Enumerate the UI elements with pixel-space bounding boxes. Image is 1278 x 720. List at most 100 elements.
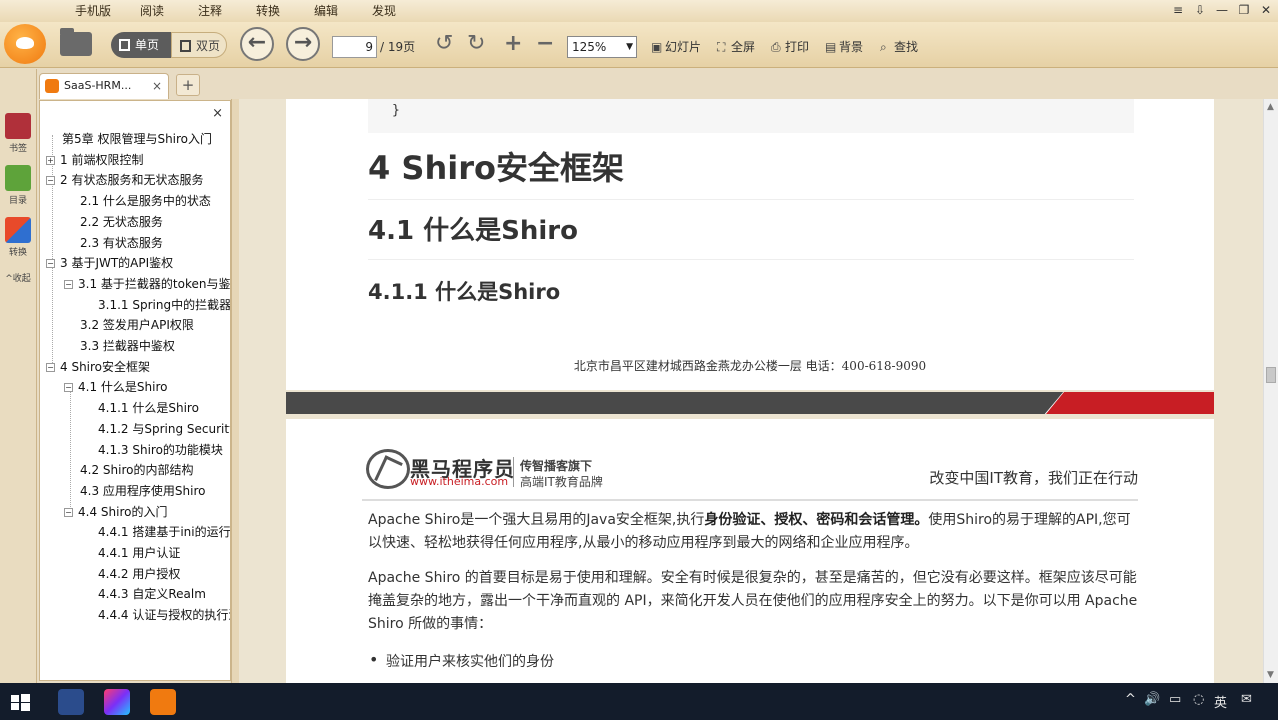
- toc-item[interactable]: 第5章 权限管理与Shiro入门: [62, 130, 212, 148]
- brand-logo-icon: [366, 449, 410, 489]
- previous-page-button[interactable]: ←: [240, 27, 274, 61]
- scroll-down-icon[interactable]: ▼: [1267, 670, 1274, 680]
- rotate-right-icon[interactable]: ↻: [467, 30, 485, 58]
- toc-item-label: 3.1 基于拦截器的token与鉴: [78, 276, 231, 291]
- print-button[interactable]: ⎙ 打印: [771, 36, 809, 58]
- background-button[interactable]: ▤ 背景: [825, 36, 863, 58]
- toc-item-label: 4.1.3 Shiro的功能模块: [98, 442, 223, 457]
- toc-item[interactable]: −3 基于JWT的API鉴权: [46, 254, 173, 272]
- menu-tab-read[interactable]: 阅读: [126, 2, 178, 22]
- double-page-icon: [180, 40, 191, 52]
- minimize-button[interactable]: —: [1212, 1, 1232, 19]
- toc-item[interactable]: 4.1.1 什么是Shiro: [98, 399, 199, 417]
- find-button[interactable]: ⌕ 查找: [880, 36, 918, 58]
- menu-tab-mobile[interactable]: 手机版: [60, 2, 126, 22]
- toc-item[interactable]: 4.4.1 用户认证: [98, 544, 180, 562]
- volume-icon[interactable]: 🔊: [1144, 692, 1160, 707]
- sidebar-item-bookmarks[interactable]: 书签: [4, 113, 32, 154]
- heading-rule: [368, 199, 1134, 200]
- toc-item[interactable]: 3.3 拦截器中鉴权: [80, 337, 175, 355]
- background-icon: ▤: [825, 40, 837, 54]
- collapse-icon[interactable]: −: [64, 383, 73, 393]
- vertical-scrollbar[interactable]: ▲ ▼: [1263, 99, 1278, 683]
- restore-button[interactable]: ❐: [1234, 1, 1254, 19]
- slideshow-button[interactable]: ▣ 幻灯片: [651, 36, 701, 58]
- page-footer: 北京市昌平区建材城西路金燕龙办公楼一层 电话：400-618-9090: [573, 359, 927, 373]
- collapse-icon[interactable]: −: [64, 279, 73, 289]
- toc-item[interactable]: 4.1.2 与Spring Security: [98, 420, 230, 438]
- toc-item-label: 3.2 签发用户API权限: [80, 318, 194, 333]
- toc-item[interactable]: 3.2 签发用户API权限: [80, 316, 194, 334]
- toc-item[interactable]: 4.4.4 认证与授权的执行流: [98, 606, 230, 624]
- sidebar-item-convert[interactable]: 转换: [4, 217, 32, 258]
- header-rule: [362, 499, 1138, 501]
- toc-item[interactable]: 2.3 有状态服务: [80, 234, 163, 252]
- toc-item[interactable]: 2.1 什么是服务中的状态: [80, 192, 211, 210]
- intellij-icon[interactable]: [104, 689, 130, 715]
- toc-item[interactable]: 4.4.1 搭建基于ini的运行环: [98, 523, 230, 541]
- toc-item[interactable]: −2 有状态服务和无状态服务: [46, 171, 203, 189]
- page-number-input[interactable]: 9: [332, 36, 377, 58]
- menu-tab-edit[interactable]: 编辑: [300, 2, 352, 22]
- scroll-thumb[interactable]: [1266, 367, 1276, 383]
- new-tab-button[interactable]: +: [176, 74, 200, 96]
- menu-tab-convert[interactable]: 转换: [242, 2, 294, 22]
- single-page-button[interactable]: 单页: [111, 32, 171, 58]
- heading-h2: 4.1 什么是Shiro: [368, 216, 578, 246]
- collapse-icon[interactable]: −: [64, 507, 73, 517]
- toc-item[interactable]: +1 前端权限控制: [46, 151, 143, 169]
- windows-start-icon[interactable]: [9, 689, 31, 715]
- toc-item[interactable]: −4 Shiro安全框架: [46, 358, 150, 376]
- zoom-out-icon[interactable]: −: [536, 30, 554, 58]
- toc-item[interactable]: −3.1 基于拦截器的token与鉴: [64, 275, 230, 293]
- toc-item[interactable]: 4.1.3 Shiro的功能模块: [98, 441, 223, 459]
- fullscreen-button[interactable]: ⛶ 全屏: [717, 36, 755, 58]
- zoom-in-icon[interactable]: +: [504, 30, 522, 58]
- zoom-select[interactable]: 125%: [567, 36, 637, 58]
- scroll-up-icon[interactable]: ▲: [1267, 102, 1274, 112]
- network-icon[interactable]: ◌: [1193, 692, 1204, 707]
- next-page-button[interactable]: →: [286, 27, 320, 61]
- rotate-left-icon[interactable]: ↺: [435, 30, 453, 58]
- app-logo-icon[interactable]: [4, 24, 46, 64]
- sidebar-item-toc[interactable]: 目录: [4, 165, 32, 206]
- find-label: 查找: [894, 40, 919, 54]
- toc-item[interactable]: −4.4 Shiro的入门: [64, 503, 167, 521]
- tab-document[interactable]: SaaS-HRM... ×: [39, 73, 169, 99]
- notification-icon[interactable]: ✉: [1241, 692, 1252, 707]
- double-page-button[interactable]: 双页: [171, 32, 227, 58]
- toc-item[interactable]: 4.4.2 用户授权: [98, 565, 180, 583]
- close-window-button[interactable]: ✕: [1256, 1, 1276, 19]
- toc-item[interactable]: 4.4.3 自定义Realm: [98, 585, 206, 603]
- document-view[interactable]: } 4 Shiro安全框架 4.1 什么是Shiro 4.1.1 什么是Shir…: [239, 99, 1263, 683]
- paragraph-bold: 身份验证、授权、密码和会话管理。: [704, 512, 929, 528]
- toc-item[interactable]: 4.2 Shiro的内部结构: [80, 461, 193, 479]
- toc-item-label: 4.4.2 用户授权: [98, 566, 181, 581]
- toc-item-label: 4.4.1 用户认证: [98, 546, 181, 560]
- collapse-icon[interactable]: −: [46, 362, 55, 372]
- panel-splitter[interactable]: [231, 99, 239, 683]
- slideshow-icon: ▣: [651, 40, 663, 54]
- close-tab-icon[interactable]: ×: [152, 74, 162, 98]
- sidebar-collapse-link[interactable]: ^收起: [4, 271, 32, 284]
- menu-icon[interactable]: ≡: [1168, 1, 1188, 19]
- toc-item-label: 第5章 权限管理与Shiro入门: [62, 132, 213, 146]
- app-icon[interactable]: [58, 689, 84, 715]
- toc-item[interactable]: 3.1.1 Spring中的拦截器: [98, 296, 230, 314]
- skin-icon[interactable]: ⇩: [1190, 1, 1210, 19]
- close-toc-icon[interactable]: ×: [212, 106, 223, 121]
- input-language[interactable]: 英: [1214, 692, 1227, 711]
- open-folder-icon[interactable]: [60, 28, 92, 56]
- battery-icon[interactable]: ▭: [1169, 692, 1181, 707]
- collapse-icon[interactable]: −: [46, 259, 55, 269]
- toc-item[interactable]: 2.2 无状态服务: [80, 213, 163, 231]
- expand-icon[interactable]: +: [46, 155, 55, 165]
- menu-tab-annotate[interactable]: 注释: [184, 2, 236, 22]
- collapse-icon[interactable]: −: [46, 176, 55, 186]
- toc-item[interactable]: 4.3 应用程序使用Shiro: [80, 482, 205, 500]
- pdf-reader-icon[interactable]: [150, 689, 176, 715]
- toc-item[interactable]: −4.1 什么是Shiro: [64, 378, 167, 396]
- tray-expand-icon[interactable]: ^: [1125, 692, 1136, 707]
- toc-item-label: 1 前端权限控制: [60, 152, 144, 167]
- menu-tab-discover[interactable]: 发现: [358, 2, 410, 22]
